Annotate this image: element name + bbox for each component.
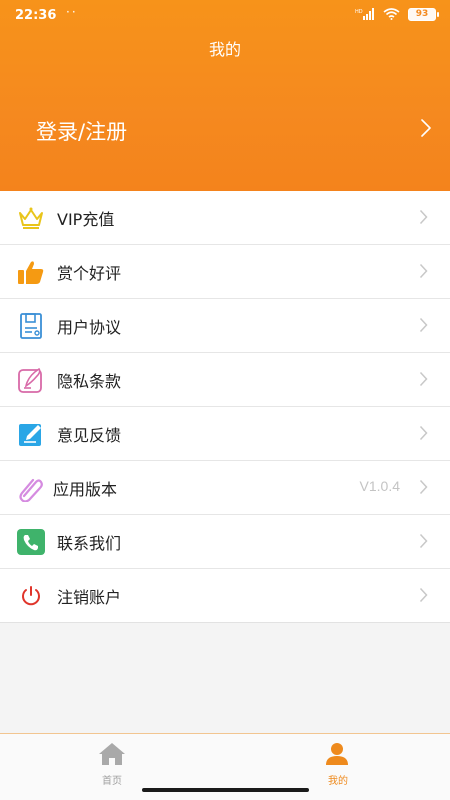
menu-item-vip-recharge[interactable]: VIP充值 bbox=[0, 191, 450, 245]
chevron-right-icon bbox=[419, 479, 428, 499]
tab-mine-label: 我的 bbox=[328, 776, 348, 787]
menu-item-delete-account[interactable]: 注销账户 bbox=[0, 569, 450, 623]
menu-item-label: 赏个好评 bbox=[57, 264, 122, 283]
status-icons: HD 93 bbox=[355, 5, 439, 24]
chevron-right-icon bbox=[419, 317, 428, 337]
chevron-right-icon bbox=[419, 533, 428, 553]
status-dots: ·· bbox=[66, 5, 78, 19]
chevron-right-icon bbox=[419, 425, 428, 445]
chevron-right-icon bbox=[419, 209, 428, 229]
menu-item-label: 用户协议 bbox=[57, 318, 122, 337]
signal-icon: HD bbox=[355, 5, 375, 24]
menu-item-label: 应用版本 bbox=[53, 480, 118, 499]
tab-home[interactable]: 首页 bbox=[52, 739, 172, 789]
menu-item-label: 注销账户 bbox=[57, 588, 122, 607]
battery-icon: 93 bbox=[408, 7, 439, 21]
svg-text:HD: HD bbox=[355, 9, 363, 15]
settings-menu-list: VIP充值 赏个好评 用户协议 隐私条款 意见反馈 应用版本 V1.0.4 联系… bbox=[0, 191, 450, 623]
login-register-label: 登录/注册 bbox=[36, 120, 128, 144]
menu-item-label: 意见反馈 bbox=[57, 426, 122, 445]
home-icon bbox=[98, 742, 126, 770]
user-icon bbox=[324, 742, 350, 770]
menu-item-privacy-policy[interactable]: 隐私条款 bbox=[0, 353, 450, 407]
edit-note-icon bbox=[17, 366, 45, 394]
wifi-icon bbox=[383, 5, 400, 24]
menu-item-user-agreement[interactable]: 用户协议 bbox=[0, 299, 450, 353]
feedback-pencil-icon bbox=[17, 420, 45, 448]
menu-item-feedback[interactable]: 意见反馈 bbox=[0, 407, 450, 461]
page-title: 我的 bbox=[208, 40, 241, 59]
status-bar: 22:36 ·· HD 93 bbox=[0, 0, 450, 30]
document-icon bbox=[17, 312, 45, 340]
menu-item-contact-us[interactable]: 联系我们 bbox=[0, 515, 450, 569]
tab-home-label: 首页 bbox=[102, 776, 122, 787]
home-indicator[interactable] bbox=[142, 788, 309, 792]
paperclip-icon bbox=[17, 474, 45, 502]
login-register-row[interactable]: 登录/注册 bbox=[0, 110, 450, 152]
profile-header: 22:36 ·· HD 93 我的 登录/注册 bbox=[0, 0, 450, 191]
menu-item-rate-app[interactable]: 赏个好评 bbox=[0, 245, 450, 299]
menu-item-label: 隐私条款 bbox=[57, 372, 122, 391]
status-time: 22:36 bbox=[15, 8, 57, 23]
chevron-right-icon bbox=[420, 118, 432, 142]
battery-level: 93 bbox=[415, 9, 429, 19]
app-version-value: V1.0.4 bbox=[359, 478, 400, 494]
power-icon bbox=[17, 582, 45, 610]
chevron-right-icon bbox=[419, 263, 428, 283]
menu-item-label: 联系我们 bbox=[57, 534, 122, 553]
menu-item-label: VIP充值 bbox=[57, 210, 115, 229]
chevron-right-icon bbox=[419, 587, 428, 607]
tab-mine[interactable]: 我的 bbox=[278, 739, 398, 789]
menu-item-app-version[interactable]: 应用版本 V1.0.4 bbox=[0, 461, 450, 515]
thumbs-up-icon bbox=[17, 258, 45, 286]
chevron-right-icon bbox=[419, 371, 428, 391]
phone-icon bbox=[17, 528, 45, 556]
crown-icon bbox=[17, 204, 45, 232]
